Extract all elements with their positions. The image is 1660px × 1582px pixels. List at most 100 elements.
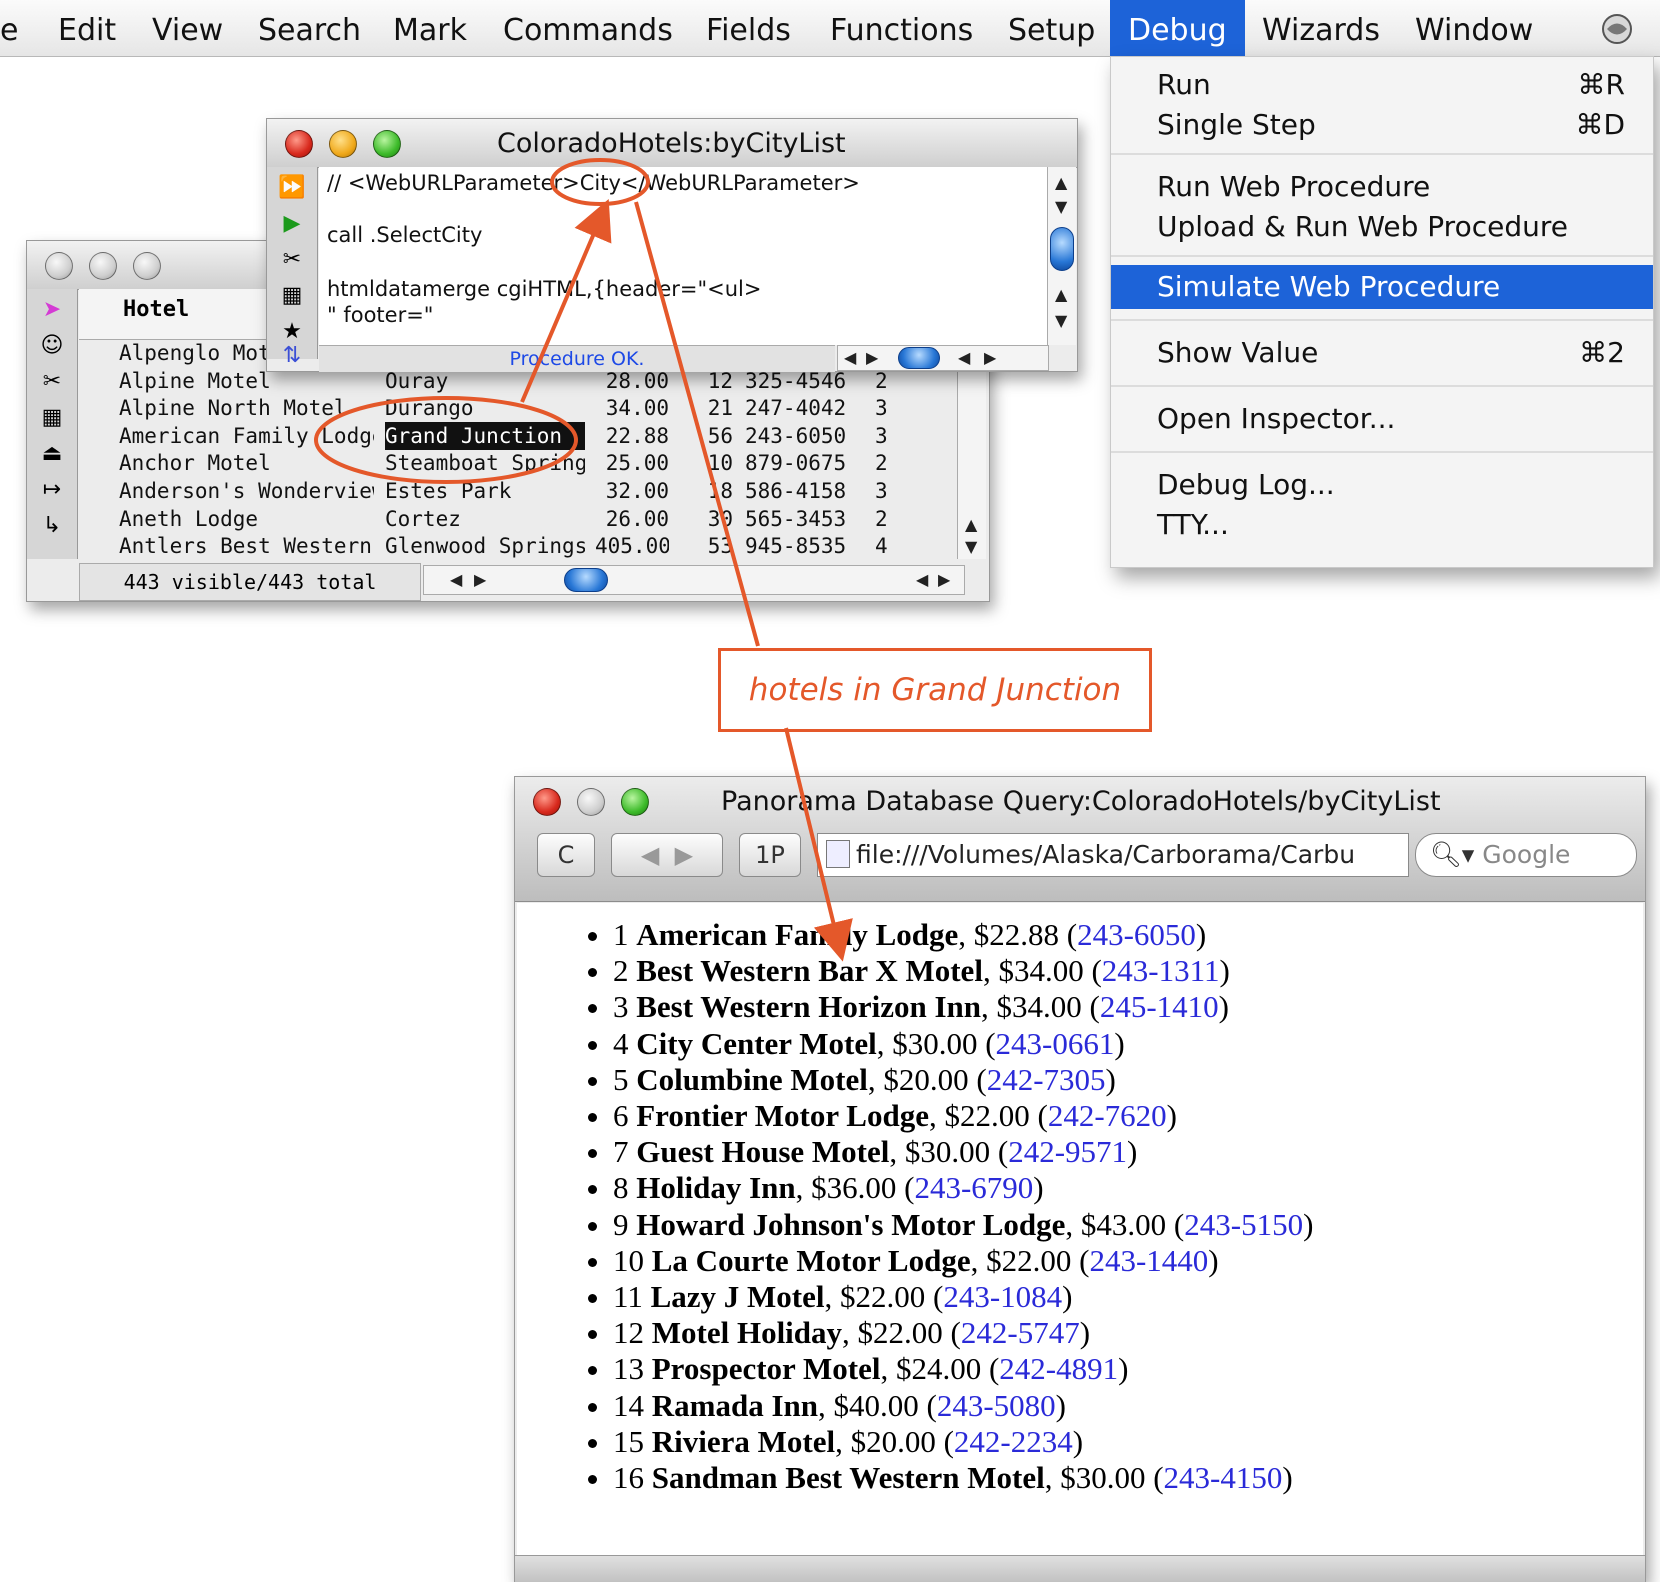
menu-item-show-value[interactable]: Show Value ⌘2: [1111, 333, 1653, 373]
scroll-down-arrow-icon[interactable]: ▼: [1055, 311, 1067, 330]
people-tool-icon[interactable]: ☺: [33, 331, 71, 361]
scroll-down-arrow-icon[interactable]: ▼: [1055, 197, 1067, 216]
zoom-button[interactable]: [373, 130, 401, 158]
forward-arrow-icon[interactable]: ▶: [675, 841, 693, 869]
cell-rooms[interactable]: 18: [679, 477, 733, 505]
result-phone[interactable]: 243-6050: [1077, 917, 1196, 952]
url-field[interactable]: file:///Volumes/Alaska/Carborama/Carbu: [817, 833, 1409, 877]
menu-window[interactable]: Window: [1415, 0, 1533, 56]
menu-search[interactable]: Search: [258, 0, 361, 56]
cell-phone[interactable]: 879-0675: [745, 449, 865, 477]
cell-phone[interactable]: 586-4158: [745, 477, 865, 505]
cell-rooms[interactable]: 21: [679, 394, 733, 422]
minimize-button[interactable]: [577, 788, 605, 816]
result-phone[interactable]: 243-4150: [1164, 1460, 1283, 1495]
cell-hotel[interactable]: American Family Lodge: [119, 422, 374, 450]
cell-rate[interactable]: 405.00: [595, 532, 669, 560]
cell-hotel[interactable]: Alpine North Motel: [119, 394, 374, 422]
cell-rooms[interactable]: 56: [679, 422, 733, 450]
scroll-right-arrow-icon[interactable]: ▶: [866, 348, 878, 367]
result-phone[interactable]: 245-1410: [1100, 989, 1219, 1024]
close-button[interactable]: [45, 252, 73, 280]
horizontal-scroll-thumb[interactable]: [898, 347, 940, 369]
menu-item-tty[interactable]: TTY...: [1111, 505, 1653, 545]
scroll-left-arrow-icon[interactable]: ◀: [450, 570, 462, 589]
result-phone[interactable]: 242-2234: [954, 1424, 1073, 1459]
cell-rate[interactable]: 26.00: [595, 505, 669, 533]
cell-phone[interactable]: 243-6050: [745, 422, 865, 450]
result-phone[interactable]: 243-1311: [1102, 953, 1220, 988]
menu-item-upload-run-web-procedure[interactable]: Upload & Run Web Procedure: [1111, 207, 1653, 247]
table-row[interactable]: Anderson's Wonderview Estes Park 32.00 18 58…: [79, 477, 987, 505]
cell-hotel[interactable]: Anchor Motel: [119, 449, 374, 477]
scroll-left-arrow-icon[interactable]: ◀: [958, 348, 970, 367]
cell-city[interactable]: Glenwood Springs: [385, 532, 585, 560]
pointer-tool-icon[interactable]: ➤: [33, 295, 71, 325]
menu-mark[interactable]: Mark: [393, 0, 467, 56]
menu-item-debug-log[interactable]: Debug Log...: [1111, 465, 1653, 505]
cell-rooms[interactable]: 53: [679, 532, 733, 560]
cell-rate[interactable]: 22.88: [595, 422, 669, 450]
result-phone[interactable]: 243-5080: [937, 1388, 1056, 1423]
menu-commands[interactable]: Commands: [503, 0, 673, 56]
scroll-right-arrow-icon[interactable]: ▶: [474, 570, 486, 589]
minimize-button[interactable]: [89, 252, 117, 280]
result-phone[interactable]: 243-5150: [1184, 1207, 1303, 1242]
up-down-arrows-icon[interactable]: ⇅: [273, 341, 311, 371]
table-row[interactable]: Antlers Best Western Motel Glenwood Sprin…: [79, 532, 987, 560]
horizontal-scroll-thumb[interactable]: [564, 568, 608, 592]
back-forward-buttons[interactable]: ◀ ▶: [611, 833, 723, 877]
menu-item-run[interactable]: Run ⌘R: [1111, 65, 1653, 105]
procedure-horizontal-scrollbar[interactable]: ◀ ▶ ◀ ▶: [837, 345, 1049, 371]
snapback-button[interactable]: 1P: [739, 833, 801, 877]
table-row[interactable]: American Family Lodge Grand Junction 22.88…: [79, 421, 987, 450]
menu-fields[interactable]: Fields: [706, 0, 791, 56]
vertical-scroll-thumb[interactable]: [1050, 227, 1074, 271]
menu-item-open-inspector[interactable]: Open Inspector...: [1111, 399, 1653, 439]
arrow-right-tool-icon[interactable]: ↦: [33, 475, 71, 505]
result-phone[interactable]: 243-6790: [914, 1170, 1033, 1205]
arrow-return-tool-icon[interactable]: ↳: [33, 511, 71, 541]
scroll-right-arrow-icon[interactable]: ▶: [938, 570, 950, 589]
cell-hotel[interactable]: Antlers Best Western Motel: [119, 532, 374, 560]
result-phone[interactable]: 242-5747: [961, 1315, 1080, 1350]
close-button[interactable]: [285, 130, 313, 158]
table-row[interactable]: Anchor Motel Steamboat Springs 25.00 10 879-…: [79, 449, 987, 477]
form-tool-icon[interactable]: ▦: [273, 281, 311, 311]
close-button[interactable]: [533, 788, 561, 816]
form-tool-icon[interactable]: ▦: [33, 403, 71, 433]
cell-rate[interactable]: 34.00: [595, 394, 669, 422]
result-phone[interactable]: 242-7620: [1048, 1098, 1167, 1133]
table-row[interactable]: Alpine North Motel Durango 34.00 21 247-4042…: [79, 394, 987, 422]
cell-city[interactable]: Durango: [385, 394, 585, 422]
result-phone[interactable]: 242-7305: [987, 1062, 1106, 1097]
scroll-down-arrow-icon[interactable]: ▼: [965, 537, 977, 556]
run-icon[interactable]: ▶: [273, 209, 311, 239]
cell-city[interactable]: Steamboat Springs: [385, 449, 585, 477]
result-phone[interactable]: 243-1440: [1089, 1243, 1208, 1278]
cell-rooms[interactable]: 10: [679, 449, 733, 477]
menu-item-run-web-procedure[interactable]: Run Web Procedure: [1111, 167, 1653, 207]
procedure-vertical-scrollbar[interactable]: ▲ ▼ ▲ ▼: [1047, 167, 1076, 345]
cell-hotel[interactable]: Aneth Lodge: [119, 505, 374, 533]
menu-edit[interactable]: Edit: [58, 0, 116, 56]
cell-stars[interactable]: 4: [875, 532, 895, 560]
back-arrow-icon[interactable]: ◀: [641, 841, 659, 869]
scroll-up-arrow-icon[interactable]: ▲: [1055, 173, 1067, 192]
cell-rooms[interactable]: 30: [679, 505, 733, 533]
result-phone[interactable]: 243-1084: [943, 1279, 1062, 1314]
scroll-left-arrow-icon[interactable]: ◀: [916, 570, 928, 589]
menu-functions[interactable]: Functions: [830, 0, 973, 56]
cell-rate[interactable]: 32.00: [595, 477, 669, 505]
result-phone[interactable]: 243-0661: [996, 1026, 1115, 1061]
script-menu-icon[interactable]: [1600, 0, 1634, 56]
cell-phone[interactable]: 945-8535: [745, 532, 865, 560]
cell-city[interactable]: Estes Park: [385, 477, 585, 505]
scroll-up-arrow-icon[interactable]: ▲: [1055, 285, 1067, 304]
cell-stars[interactable]: 3: [875, 422, 895, 450]
menu-setup[interactable]: Setup: [1008, 0, 1095, 56]
vertical-scrollbar[interactable]: ▲ ▼: [957, 339, 986, 559]
menu-item-simulate-web-procedure[interactable]: Simulate Web Procedure: [1111, 265, 1653, 309]
procedure-window-titlebar[interactable]: ColoradoHotels:byCityList: [267, 119, 1077, 168]
minimize-button[interactable]: [329, 130, 357, 158]
